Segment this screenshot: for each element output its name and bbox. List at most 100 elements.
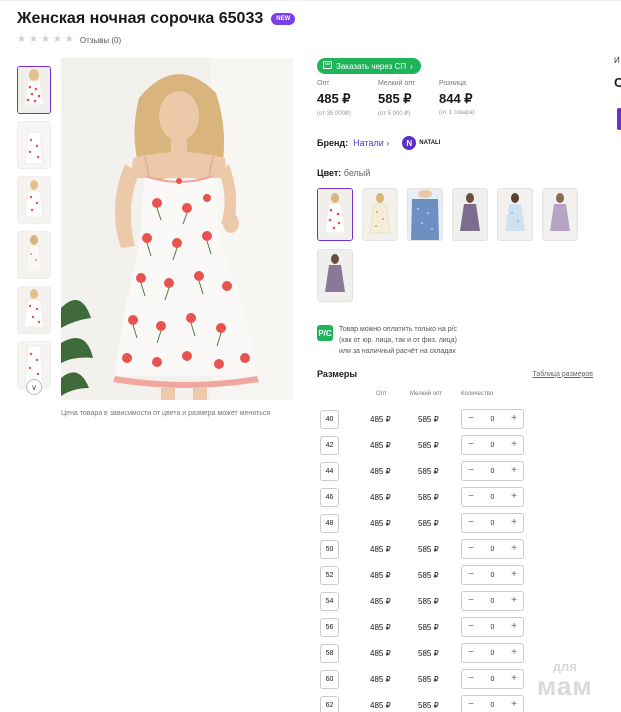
plus-icon[interactable]: + xyxy=(509,622,519,632)
size-price-small: 585 ₽ xyxy=(418,570,439,580)
quantity-stepper: − 0 + xyxy=(461,435,524,455)
minus-icon[interactable]: − xyxy=(466,544,476,554)
plus-icon[interactable]: + xyxy=(509,414,519,424)
quantity-value[interactable]: 0 xyxy=(491,468,495,475)
brand-link[interactable]: Натали › xyxy=(353,138,389,148)
minus-icon[interactable]: − xyxy=(466,492,476,502)
minus-icon[interactable]: − xyxy=(466,570,476,580)
price-condition: (от 5 000 ₽) xyxy=(378,111,411,117)
price-label: Опт xyxy=(317,80,330,87)
quantity-stepper: − 0 + xyxy=(461,617,524,637)
thumbnail-2[interactable] xyxy=(17,121,51,169)
size-price-small: 585 ₽ xyxy=(418,440,439,450)
quantity-value[interactable]: 0 xyxy=(491,624,495,631)
minus-icon[interactable]: − xyxy=(466,518,476,528)
color-swatch-white[interactable] xyxy=(317,188,353,241)
size-price-opt: 485 ₽ xyxy=(370,674,391,684)
color-swatch-mauve[interactable] xyxy=(317,249,353,302)
new-badge: NEW xyxy=(271,13,296,25)
minus-icon[interactable]: − xyxy=(466,622,476,632)
quantity-value[interactable]: 0 xyxy=(491,676,495,683)
size-price-opt: 485 ₽ xyxy=(370,544,391,554)
plus-icon[interactable]: + xyxy=(509,440,519,450)
brand-logo[interactable]: N NATALI xyxy=(402,136,440,150)
size-price-opt: 485 ₽ xyxy=(370,596,391,606)
payment-note-line: Товар можно оплатить только на р/с xyxy=(339,326,458,333)
chevron-down-icon[interactable]: ∨ xyxy=(26,379,42,395)
star-icon: ★ xyxy=(40,34,50,45)
size-price-small: 585 ₽ xyxy=(418,544,439,554)
star-icon: ★ xyxy=(52,34,62,45)
minus-icon[interactable]: − xyxy=(466,596,476,606)
watermark-logo: для мам xyxy=(537,660,593,699)
quantity-stepper: − 0 + xyxy=(461,565,524,585)
size-value: 60 xyxy=(320,669,339,689)
quantity-value[interactable]: 0 xyxy=(491,494,495,501)
quantity-value[interactable]: 0 xyxy=(491,598,495,605)
price-value: 485 ₽ xyxy=(317,91,351,106)
col-qty: Количество xyxy=(461,391,494,397)
color-swatch-lilac[interactable] xyxy=(542,188,578,241)
minus-icon[interactable]: − xyxy=(466,700,476,710)
minus-icon[interactable]: − xyxy=(466,674,476,684)
plus-icon[interactable]: + xyxy=(509,674,519,684)
size-row: 60 485 ₽ 585 ₽ − 0 + xyxy=(320,666,530,692)
brand-label: Бренд: xyxy=(317,138,349,148)
size-price-small: 585 ₽ xyxy=(418,466,439,476)
plus-icon[interactable]: + xyxy=(509,518,519,528)
color-swatch-cream[interactable] xyxy=(362,188,398,241)
minus-icon[interactable]: − xyxy=(466,648,476,658)
size-price-small: 585 ₽ xyxy=(418,596,439,606)
quantity-value[interactable]: 0 xyxy=(491,702,495,709)
size-price-small: 585 ₽ xyxy=(418,674,439,684)
plus-icon[interactable]: + xyxy=(509,570,519,580)
quantity-value[interactable]: 0 xyxy=(491,650,495,657)
size-value: 48 xyxy=(320,513,339,533)
right-panel-button[interactable] xyxy=(617,108,621,130)
plus-icon[interactable]: + xyxy=(509,700,519,710)
size-row: 62 485 ₽ 585 ₽ − 0 + xyxy=(320,692,530,712)
plus-icon[interactable]: + xyxy=(509,492,519,502)
color-swatch-blue[interactable] xyxy=(407,188,443,241)
star-icon: ★ xyxy=(17,34,26,45)
thumbnail-5[interactable] xyxy=(17,286,51,334)
quantity-value[interactable]: 0 xyxy=(491,416,495,423)
color-swatch-light-blue[interactable] xyxy=(497,188,533,241)
thumbnail-4[interactable] xyxy=(17,231,51,279)
plus-icon[interactable]: + xyxy=(509,466,519,476)
quantity-value[interactable]: 0 xyxy=(491,520,495,527)
thumbnail-3[interactable] xyxy=(17,176,51,224)
minus-icon[interactable]: − xyxy=(466,466,476,476)
plus-icon[interactable]: + xyxy=(509,596,519,606)
payment-note-line: или за наличный расчёт на складах xyxy=(339,348,456,355)
size-row: 48 485 ₽ 585 ₽ − 0 + xyxy=(320,510,530,536)
thumbnail-1[interactable] xyxy=(17,66,51,114)
color-value: белый xyxy=(343,168,371,178)
plus-icon[interactable]: + xyxy=(509,544,519,554)
color-swatches xyxy=(317,188,587,302)
brand-row: Бренд: Натали › N NATALI xyxy=(317,136,440,150)
minus-icon[interactable]: − xyxy=(466,414,476,424)
order-sp-button[interactable]: Заказать через СП › xyxy=(317,58,421,74)
size-value: 62 xyxy=(320,695,339,712)
size-value: 56 xyxy=(320,617,339,637)
quantity-stepper: − 0 + xyxy=(461,409,524,429)
size-table-link[interactable]: Таблица размеров xyxy=(532,371,593,378)
size-price-opt: 485 ₽ xyxy=(370,466,391,476)
reviews-link[interactable]: Отзывы (0) xyxy=(80,36,121,45)
quantity-value[interactable]: 0 xyxy=(491,546,495,553)
quantity-value[interactable]: 0 xyxy=(491,572,495,579)
payment-icon: P/C xyxy=(317,325,333,341)
size-price-opt: 485 ₽ xyxy=(370,648,391,658)
quantity-stepper: − 0 + xyxy=(461,643,524,663)
minus-icon[interactable]: − xyxy=(466,440,476,450)
col-small-opt: Мелкий опт xyxy=(410,391,443,397)
color-swatch-grey-purple[interactable] xyxy=(452,188,488,241)
size-value: 54 xyxy=(320,591,339,611)
quantity-value[interactable]: 0 xyxy=(491,442,495,449)
plus-icon[interactable]: + xyxy=(509,648,519,658)
quantity-stepper: − 0 + xyxy=(461,539,524,559)
quantity-stepper: − 0 + xyxy=(461,513,524,533)
color-row: Цвет: белый xyxy=(317,168,370,178)
size-value: 42 xyxy=(320,435,339,455)
